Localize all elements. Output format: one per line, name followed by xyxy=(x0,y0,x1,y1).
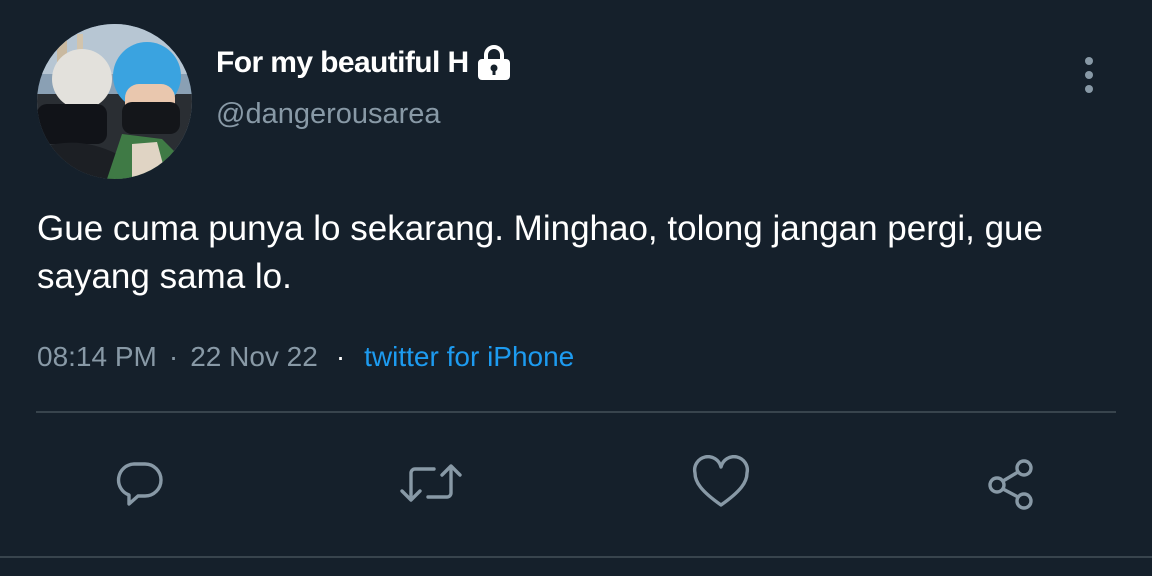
tweet-source-link[interactable]: twitter for iPhone xyxy=(364,341,574,373)
lock-icon xyxy=(477,45,511,81)
like-button[interactable] xyxy=(686,450,756,520)
tweet-text: Gue cuma punya lo sekarang. Minghao, tol… xyxy=(37,209,1043,296)
reply-icon xyxy=(112,455,168,516)
more-options-icon[interactable] xyxy=(1074,54,1104,98)
heart-icon xyxy=(691,454,751,516)
display-name[interactable]: For my beautiful H xyxy=(216,46,469,80)
reply-button[interactable] xyxy=(105,450,175,520)
tweet-meta: 08:14 PM · 22 Nov 22 · twitter for iPhon… xyxy=(37,337,574,377)
action-bar xyxy=(0,450,1152,520)
display-name-row: For my beautiful H xyxy=(216,43,511,83)
retweet-icon xyxy=(396,455,466,516)
avatar[interactable] xyxy=(37,24,192,179)
bottom-divider xyxy=(0,556,1152,558)
divider xyxy=(36,411,1116,413)
meta-separator: · xyxy=(168,341,179,372)
tweet-card: For my beautiful H @dangerousarea Gue cu… xyxy=(0,0,1152,576)
share-icon xyxy=(981,453,1041,518)
user-handle[interactable]: @dangerousarea xyxy=(216,98,441,131)
meta-separator: · xyxy=(335,341,346,372)
share-button[interactable] xyxy=(976,450,1046,520)
tweet-date[interactable]: 22 Nov 22 xyxy=(190,341,318,373)
tweet-time[interactable]: 08:14 PM xyxy=(37,341,157,373)
retweet-button[interactable] xyxy=(396,450,466,520)
